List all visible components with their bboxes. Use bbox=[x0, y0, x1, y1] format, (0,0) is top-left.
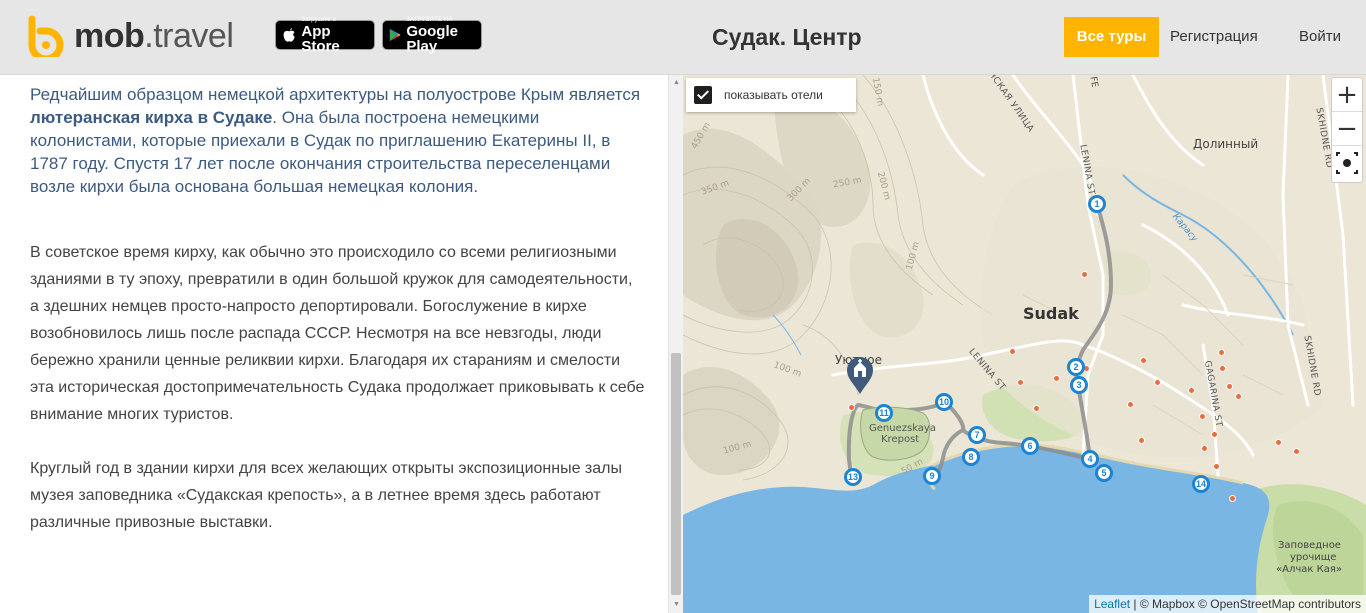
church-pin-icon[interactable] bbox=[845, 355, 875, 395]
hotel-marker[interactable] bbox=[1201, 445, 1208, 452]
route-marker[interactable]: 14 bbox=[1192, 475, 1210, 493]
hotel-marker[interactable] bbox=[1033, 405, 1040, 412]
route-marker[interactable]: 5 bbox=[1095, 464, 1113, 482]
all-tours-button[interactable]: Все туры bbox=[1064, 17, 1159, 57]
register-link[interactable]: Регистрация bbox=[1170, 17, 1258, 57]
google-play-icon bbox=[389, 28, 401, 42]
street-label: FE bbox=[1087, 75, 1100, 89]
page-title: Судак. Центр bbox=[712, 24, 862, 50]
site-header: mob.travel Загрузите в App Store ЗАГРУЗИ… bbox=[0, 0, 1366, 75]
leaflet-link[interactable]: Leaflet bbox=[1094, 597, 1130, 611]
route-marker[interactable]: 9 bbox=[923, 467, 941, 485]
hotel-marker[interactable] bbox=[1081, 271, 1088, 278]
article-lead: Редчайшим образцом немецкой архитектуры … bbox=[30, 85, 641, 196]
place-label-dolinny: Долинный bbox=[1193, 137, 1259, 151]
zoom-in-button[interactable]: + bbox=[1332, 78, 1362, 112]
scroll-up-arrow-icon[interactable]: ▲ bbox=[672, 79, 681, 87]
hotel-marker[interactable] bbox=[1154, 379, 1161, 386]
appstore-big-text: App Store bbox=[301, 22, 340, 55]
zoom-out-button[interactable]: − bbox=[1332, 112, 1362, 146]
route-marker[interactable]: 1 bbox=[1088, 195, 1106, 213]
hotel-marker[interactable] bbox=[1199, 413, 1206, 420]
route-marker[interactable]: 8 bbox=[962, 448, 980, 466]
hotel-marker[interactable] bbox=[1009, 348, 1016, 355]
hotel-marker[interactable] bbox=[1188, 387, 1195, 394]
map-tiles bbox=[683, 75, 1366, 613]
googleplay-big-text: Google Play bbox=[406, 22, 458, 55]
apple-icon bbox=[283, 27, 295, 42]
hotel-marker[interactable] bbox=[1127, 401, 1134, 408]
place-label-reserve: «Алчак Кая» bbox=[1276, 564, 1342, 575]
route-marker[interactable]: 2 bbox=[1067, 358, 1085, 376]
place-label-fortress: Krepost bbox=[881, 434, 920, 445]
appstore-small-text: Загрузите в bbox=[301, 16, 337, 23]
hotel-marker[interactable] bbox=[1211, 431, 1218, 438]
article-panel: Редчайшим образцом немецкой архитектуры … bbox=[0, 75, 668, 613]
login-link[interactable]: Войти bbox=[1299, 17, 1341, 57]
hotel-marker[interactable] bbox=[1138, 437, 1145, 444]
hotel-marker[interactable] bbox=[1140, 357, 1147, 364]
hotel-marker[interactable] bbox=[848, 404, 855, 411]
zoom-control: + − bbox=[1331, 77, 1363, 183]
hotel-marker[interactable] bbox=[1053, 375, 1060, 382]
logo[interactable]: mob.travel bbox=[26, 15, 234, 63]
article-paragraph: Круглый год в здании кирхи для всех жела… bbox=[30, 460, 622, 531]
googleplay-small-text: ЗАГРУЗИТЕ НА bbox=[406, 16, 453, 23]
show-hotels-checkbox[interactable] bbox=[694, 86, 712, 104]
hotel-marker[interactable] bbox=[1218, 349, 1225, 356]
route-marker[interactable]: 3 bbox=[1070, 376, 1088, 394]
googleplay-badge[interactable]: ЗАГРУЗИТЕ НА Google Play bbox=[382, 16, 482, 54]
map-attribution: Leaflet | © Mapbox © OpenStreetMap contr… bbox=[1089, 595, 1366, 613]
hotel-marker[interactable] bbox=[1213, 463, 1220, 470]
route-marker[interactable]: 13 bbox=[844, 468, 862, 486]
article-scrollbar[interactable]: ▲ ▼ bbox=[668, 75, 683, 613]
route-marker[interactable]: 6 bbox=[1021, 437, 1039, 455]
map[interactable]: 150 m 450 m 350 m 300 m 250 m 200 m 100 … bbox=[683, 75, 1366, 613]
place-label-reserve: урочище bbox=[1290, 552, 1337, 563]
place-label-fortress: Genuezskaya bbox=[869, 423, 936, 434]
hotel-marker[interactable] bbox=[1235, 393, 1242, 400]
route-marker[interactable]: 4 bbox=[1081, 450, 1099, 468]
lead-bold: лютеранская кирха в Судаке bbox=[30, 108, 273, 127]
locate-button[interactable] bbox=[1332, 146, 1362, 180]
logo-icon bbox=[26, 15, 66, 63]
article-paragraph: В советское время кирху, как обычно это … bbox=[30, 244, 645, 423]
route-marker[interactable]: 7 bbox=[968, 426, 986, 444]
locate-icon bbox=[1336, 152, 1358, 174]
hotel-marker[interactable] bbox=[1017, 379, 1024, 386]
route-marker[interactable]: 11 bbox=[875, 404, 893, 422]
logo-text: mob.travel bbox=[74, 17, 234, 55]
place-label-sudak: Sudak bbox=[1023, 304, 1079, 323]
place-label-reserve: Заповедное bbox=[1278, 540, 1341, 551]
appstore-badge[interactable]: Загрузите в App Store bbox=[275, 16, 375, 54]
hotel-marker[interactable] bbox=[1275, 439, 1282, 446]
hotel-marker[interactable] bbox=[1229, 495, 1236, 502]
scroll-thumb[interactable] bbox=[671, 353, 681, 595]
hotel-marker[interactable] bbox=[1219, 365, 1226, 372]
route-marker[interactable]: 10 bbox=[935, 393, 953, 411]
hotel-marker[interactable] bbox=[1293, 448, 1300, 455]
scroll-down-arrow-icon[interactable]: ▼ bbox=[672, 601, 681, 609]
show-hotels-toggle[interactable]: показывать отели bbox=[686, 78, 856, 112]
show-hotels-label: показывать отели bbox=[724, 88, 823, 102]
hotel-marker[interactable] bbox=[1226, 383, 1233, 390]
